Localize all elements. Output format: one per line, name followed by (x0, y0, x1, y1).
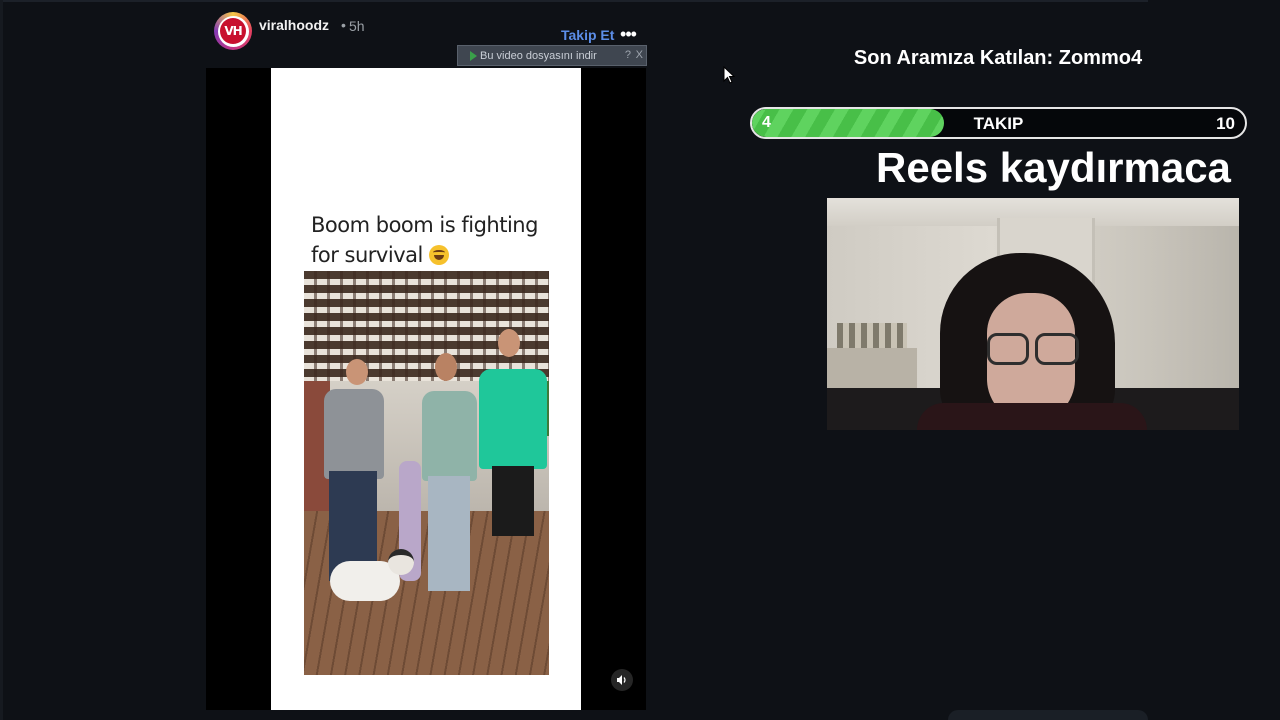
video-player[interactable]: Boom boom is fighting for survival (206, 68, 646, 710)
last-follower-text: Son Aramıza Katılan: Zommo4 (853, 47, 1143, 69)
person-legs (492, 466, 534, 536)
download-help-button[interactable]: ? (625, 49, 631, 61)
download-video-link[interactable]: Bu video dosyasını indir (480, 50, 597, 62)
mouse-cursor-icon (723, 66, 735, 84)
webcam-glasses-right (1035, 333, 1079, 365)
person-figure (324, 389, 384, 479)
more-options-icon[interactable]: ••• (618, 22, 638, 46)
top-border (0, 0, 1148, 2)
play-icon (470, 50, 477, 61)
person-head (498, 329, 520, 357)
avatar-logo: VH (220, 18, 246, 44)
person-figure (422, 391, 477, 481)
download-close-button[interactable]: X (636, 49, 643, 61)
webcam-glasses-left (987, 333, 1029, 365)
follow-button[interactable]: Takip Et (561, 27, 614, 43)
video-frame-scene (304, 271, 549, 675)
webcam-feed (827, 198, 1239, 430)
dog-head (388, 549, 414, 575)
person-legs (428, 476, 470, 591)
person-head (346, 359, 368, 385)
follow-goal-bar: 4 TAKIP 10 (750, 107, 1247, 139)
webcam-shelf (827, 348, 917, 388)
video-caption: Boom boom is fighting for survival (311, 210, 561, 270)
speaker-icon[interactable] (611, 669, 633, 691)
webcam-shelf-items (837, 323, 907, 351)
bottom-edge-shape (948, 710, 1148, 720)
follow-goal-target: 10 (1216, 114, 1235, 133)
scene-pergola-slats (304, 271, 549, 381)
username-link[interactable]: viralhoodz (259, 17, 329, 33)
left-border (0, 0, 3, 720)
separator-dot: • (341, 17, 346, 33)
person-figure (479, 369, 547, 469)
stream-title: Reels kaydırmaca (876, 144, 1231, 191)
webcam-person-shirt (917, 403, 1147, 430)
person-head (435, 353, 457, 381)
avatar-ring: VH (217, 15, 249, 47)
laughing-emoji-icon (429, 245, 450, 265)
video-content: Boom boom is fighting for survival (271, 68, 581, 710)
profile-avatar[interactable]: VH (214, 12, 252, 50)
post-time: 5h (349, 18, 365, 34)
video-download-bar[interactable]: Bu video dosyasını indir ? X (457, 45, 647, 66)
video-caption-text: Boom boom is fighting for survival (311, 213, 538, 267)
follow-goal-label: TAKIP (973, 114, 1024, 133)
